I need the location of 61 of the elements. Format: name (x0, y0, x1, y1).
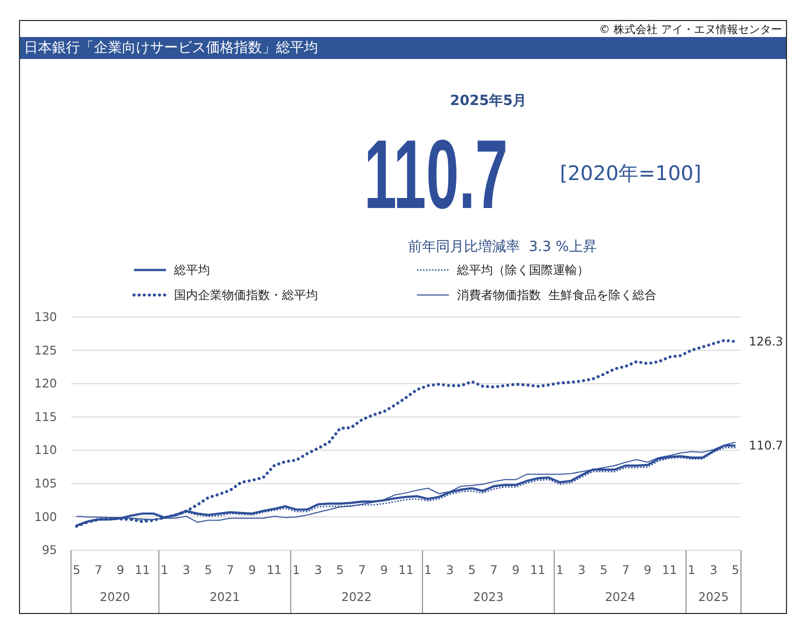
year-label: 2021 (210, 590, 240, 604)
y-tick-label: 95 (42, 543, 58, 558)
x-tick-label: 11 (662, 563, 678, 578)
x-tick-label: 11 (398, 563, 414, 578)
x-tick-label: 1 (556, 563, 564, 578)
x-tick-label: 9 (116, 563, 124, 578)
x-tick-label: 11 (530, 563, 546, 578)
legend-label: 総平均 (174, 262, 210, 279)
period-label: 2025年5月 (450, 92, 528, 110)
x-tick-label: 9 (380, 563, 388, 578)
end-value-label: 126.3 (748, 334, 784, 349)
legend-label: 総平均（除く国際運輸） (457, 262, 589, 279)
change-rate-text: 前年同月比増減率 3.3 %上昇 (408, 238, 598, 256)
copyright-text: © 株式会社 アイ・エヌ情報センター (599, 23, 782, 36)
x-tick-label: 1 (292, 563, 300, 578)
year-label: 2025 (698, 590, 729, 604)
x-tick-label: 11 (134, 563, 150, 578)
x-tick-label: 1 (424, 563, 432, 578)
base-label: [2020年=100] (560, 160, 702, 188)
x-tick-label: 5 (204, 563, 212, 578)
y-tick-label: 120 (34, 376, 58, 391)
y-tick-label: 115 (34, 410, 58, 424)
year-label: 2022 (341, 590, 372, 604)
x-tick-label: 7 (358, 563, 366, 578)
x-tick-label: 5 (72, 563, 80, 578)
x-tick-label: 3 (314, 563, 322, 578)
y-tick-label: 130 (34, 310, 58, 324)
legend-line-icon (415, 267, 451, 274)
legend-label: 国内企業物価指数・総平均 (174, 286, 318, 304)
x-tick-label: 1 (688, 563, 696, 578)
legend-label: 消費者物価指数 生鮮食品を除く総合 (457, 286, 657, 304)
year-label: 2024 (604, 590, 636, 604)
x-tick-label: 3 (578, 563, 586, 578)
x-tick-label: 7 (226, 563, 234, 578)
x-tick-label: 7 (94, 563, 102, 578)
legend-line-icon (132, 292, 168, 298)
year-label: 2023 (473, 590, 504, 604)
x-tick-label: 5 (732, 563, 740, 578)
legend-line-icon (132, 267, 168, 274)
x-tick-label: 11 (266, 563, 282, 578)
x-tick-label: 1 (160, 563, 168, 578)
x-tick-label: 3 (446, 563, 454, 578)
end-value-label: 110.7 (748, 438, 784, 453)
x-tick-label: 9 (644, 563, 652, 578)
legend-line-icon (415, 292, 451, 298)
x-tick-label: 7 (490, 563, 498, 578)
x-tick-label: 9 (248, 563, 256, 578)
x-tick-label: 9 (512, 563, 520, 578)
y-tick-label: 100 (34, 510, 58, 524)
x-tick-label: 5 (336, 563, 344, 578)
x-tick-label: 5 (468, 563, 476, 578)
x-tick-label: 3 (710, 563, 718, 578)
y-tick-label: 105 (34, 476, 58, 491)
x-tick-label: 5 (600, 563, 608, 578)
index-value: 110.7 (364, 136, 508, 212)
y-tick-label: 125 (34, 343, 58, 358)
year-label: 2020 (100, 590, 130, 604)
title-bar: 日本銀行「企業向けサービス価格指数」総平均 (20, 37, 786, 59)
y-tick-label: 110 (34, 443, 58, 458)
x-tick-label: 7 (622, 563, 630, 578)
x-tick-label: 3 (182, 563, 190, 578)
